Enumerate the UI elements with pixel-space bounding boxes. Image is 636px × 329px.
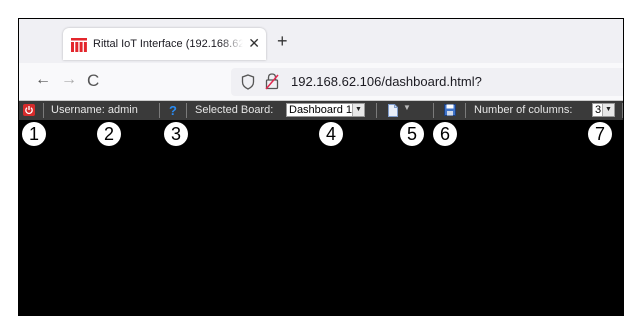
- dashboard-toolbar: Username: admin ? Selected Board: Dashbo…: [19, 101, 623, 120]
- dashboard-canvas: [19, 120, 623, 315]
- back-button[interactable]: ←: [35, 71, 51, 89]
- browser-tab[interactable]: Rittal IoT Interface (192.168.62.106) ✕: [63, 28, 266, 60]
- document-icon[interactable]: [388, 104, 398, 117]
- selected-board-label: Selected Board:: [195, 104, 274, 116]
- toolbar-divider: [376, 103, 377, 118]
- username-label: Username: admin: [51, 104, 138, 116]
- columns-label: Number of columns:: [474, 104, 573, 116]
- board-select-value: Dashboard 1: [289, 104, 352, 116]
- insecure-lock-icon[interactable]: [265, 73, 279, 90]
- callout-7: 7: [588, 122, 612, 146]
- power-logout-button[interactable]: [23, 104, 35, 116]
- board-select[interactable]: Dashboard 1 ▼: [286, 103, 365, 117]
- reload-button[interactable]: C: [87, 71, 99, 91]
- callout-5: 5: [400, 122, 424, 146]
- shield-icon[interactable]: [241, 74, 255, 90]
- address-bar[interactable]: 192.168.62.106/dashboard.html?: [231, 68, 623, 96]
- document-menu-arrow[interactable]: ▼: [403, 103, 411, 112]
- toolbar-divider: [186, 103, 187, 118]
- save-icon[interactable]: [444, 104, 456, 116]
- toolbar-divider: [43, 103, 44, 118]
- toolbar-divider: [465, 103, 466, 118]
- callout-6: 6: [433, 122, 457, 146]
- power-icon: [25, 106, 33, 115]
- callout-1: 1: [22, 122, 46, 146]
- callout-4: 4: [319, 122, 343, 146]
- columns-select[interactable]: 3 ▼: [592, 103, 615, 117]
- forward-button[interactable]: →: [61, 71, 77, 89]
- browser-tab-bar: Rittal IoT Interface (192.168.62.106) ✕ …: [19, 19, 623, 63]
- browser-nav-bar: ← → C 192.168.62.106/dashboard.html?: [19, 63, 623, 101]
- columns-select-value: 3: [595, 104, 602, 116]
- toolbar-divider: [433, 103, 434, 118]
- rittal-logo-icon: [71, 38, 87, 52]
- chevron-down-icon: ▼: [602, 104, 614, 116]
- callout-3: 3: [164, 122, 188, 146]
- tab-close-icon[interactable]: ✕: [248, 35, 260, 52]
- toolbar-divider: [622, 103, 623, 118]
- callout-2: 2: [97, 122, 121, 146]
- help-icon[interactable]: ?: [169, 103, 177, 118]
- tab-title: Rittal IoT Interface (192.168.62.106): [93, 38, 243, 50]
- new-tab-button[interactable]: +: [277, 31, 288, 52]
- chevron-down-icon: ▼: [352, 104, 364, 116]
- toolbar-divider: [159, 103, 160, 118]
- url-text: 192.168.62.106/dashboard.html?: [291, 74, 482, 89]
- screenshot-frame: Rittal IoT Interface (192.168.62.106) ✕ …: [18, 18, 624, 316]
